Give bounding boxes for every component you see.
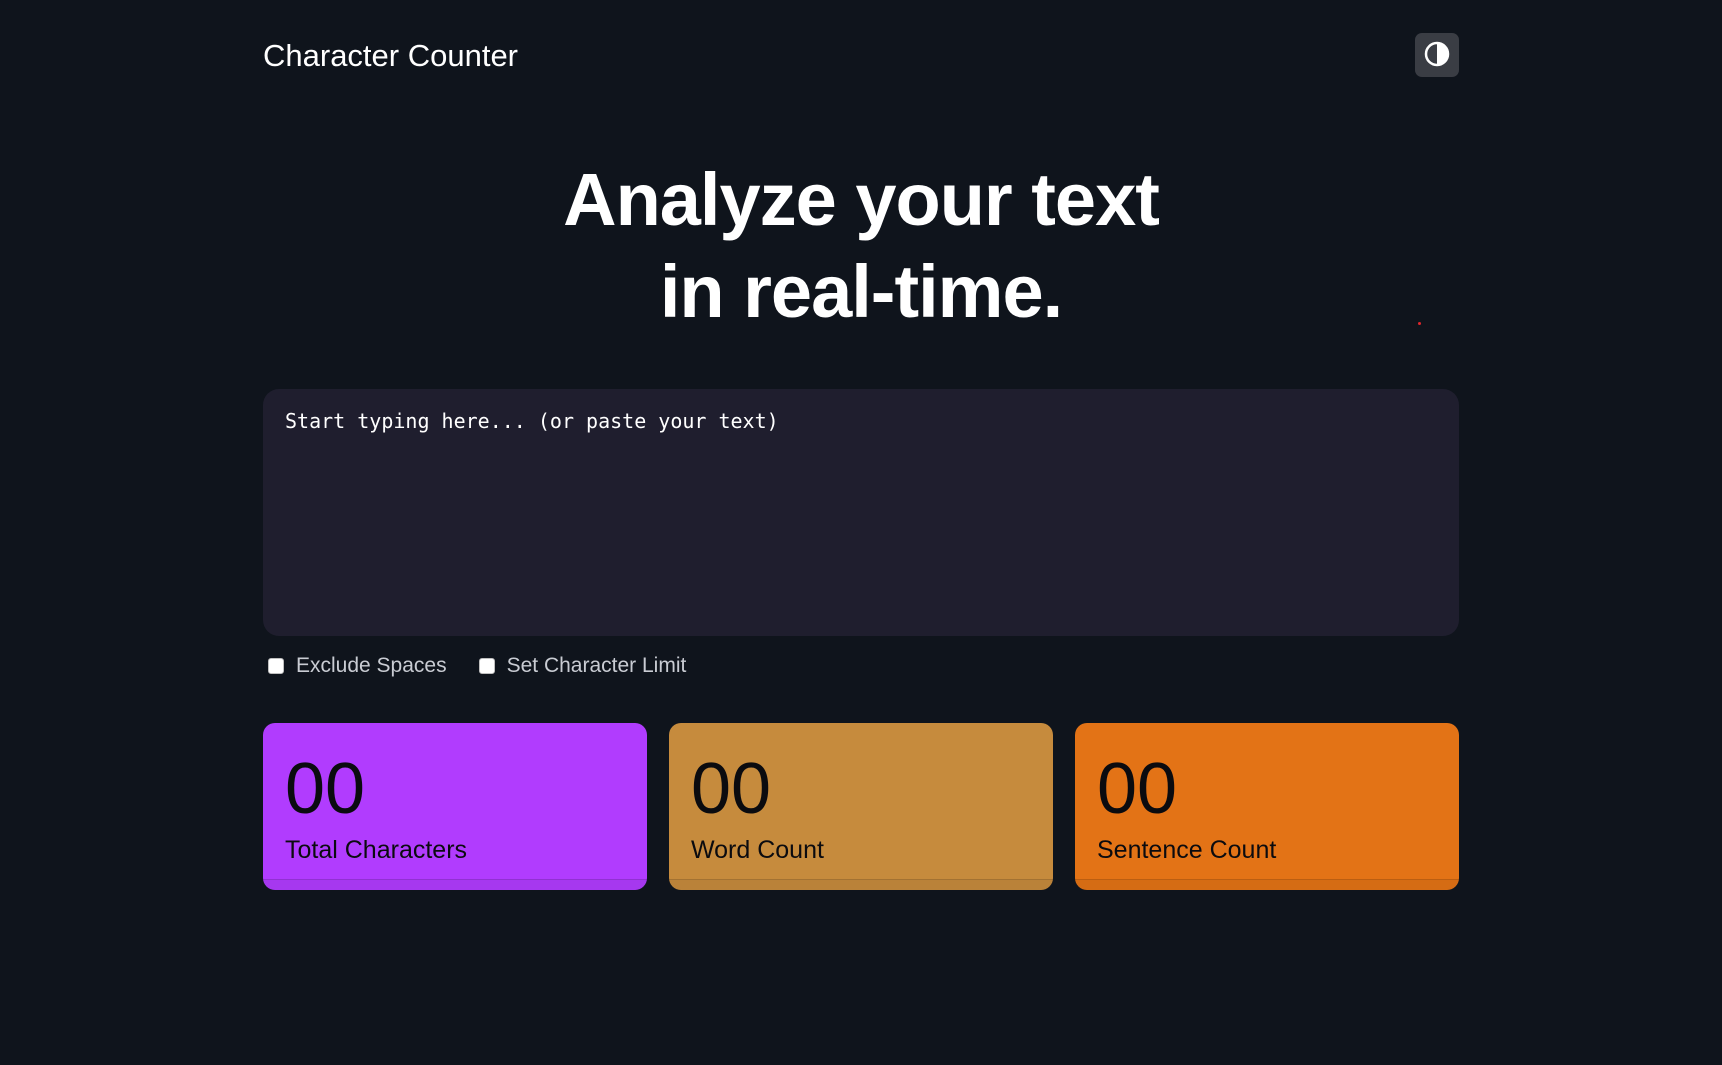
theme-toggle-button[interactable] — [1415, 33, 1459, 77]
hero-heading: Analyze your text in real-time. — [263, 154, 1459, 338]
exclude-spaces-checkbox[interactable] — [268, 658, 284, 674]
exclude-spaces-option[interactable]: Exclude Spaces — [268, 654, 447, 678]
sentence-count-value: 00 — [1097, 749, 1178, 829]
sentence-count-label: Sentence Count — [1097, 836, 1277, 864]
app-container: Character Counter Analyze your text in r… — [263, 0, 1459, 1065]
character-limit-checkbox[interactable] — [478, 658, 495, 674]
word-count-card: 00 Word Count — [669, 723, 1053, 890]
header: Character Counter — [263, 28, 1459, 82]
text-input-area[interactable] — [263, 389, 1459, 636]
character-limit-option[interactable]: Set Character Limit — [478, 654, 687, 678]
hero-line-2: in real-time. — [659, 250, 1063, 333]
total-characters-label: Total Characters — [285, 836, 468, 864]
decorative-dot — [1418, 322, 1421, 325]
total-characters-card: 00 Total Characters — [263, 723, 647, 890]
sentence-count-card: 00 Sentence Count — [1075, 723, 1459, 890]
character-limit-label: Set Character Limit — [506, 654, 687, 677]
word-count-value: 00 — [691, 749, 772, 829]
exclude-spaces-label: Exclude Spaces — [296, 654, 447, 677]
contrast-icon — [1424, 41, 1450, 70]
app-title: Character Counter — [263, 38, 519, 73]
word-count-label: Word Count — [691, 836, 824, 864]
stats-cards: 00 Total Characters 00 Word Count 00 Sen… — [263, 723, 1459, 890]
options-row: Exclude Spaces Set Character Limit — [268, 652, 718, 680]
hero-line-1: Analyze your text — [563, 158, 1160, 241]
total-characters-value: 00 — [285, 749, 366, 829]
